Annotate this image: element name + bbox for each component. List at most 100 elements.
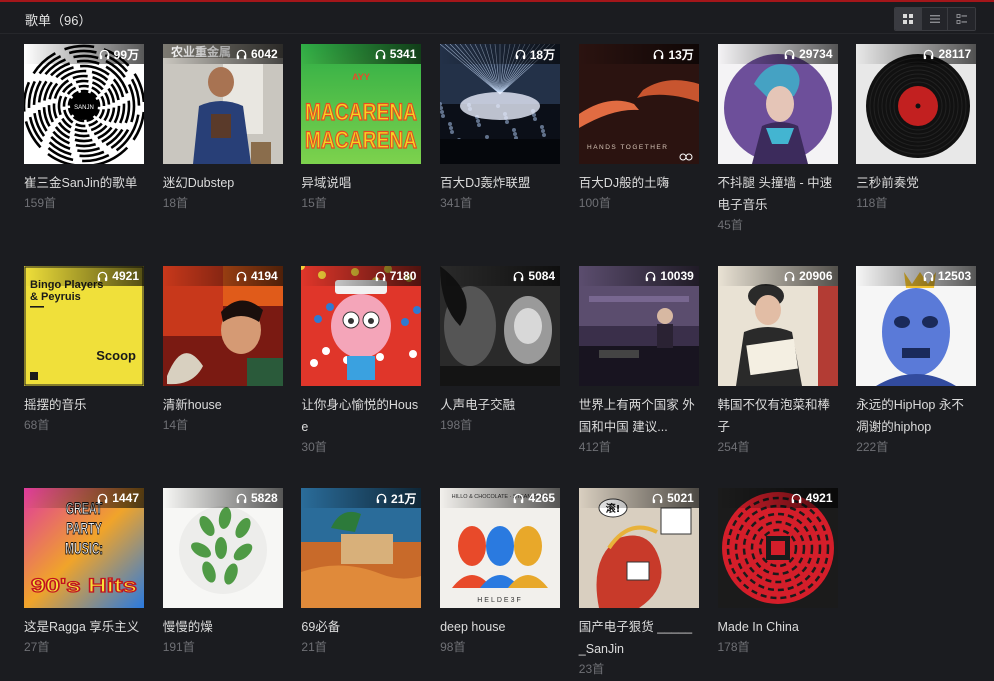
- track-count: 23首: [578, 662, 605, 676]
- play-count-overlay: 18万: [440, 44, 561, 64]
- headphones-icon: [652, 493, 663, 503]
- headphones-icon: [236, 49, 247, 59]
- playlist-cover[interactable]: 10039: [578, 266, 699, 386]
- track-count: 254首: [717, 440, 750, 454]
- list-view-icon: [929, 15, 940, 23]
- playlist-cover[interactable]: 28117: [856, 44, 977, 164]
- headphones-icon: [376, 493, 387, 503]
- playlist-name[interactable]: 69必备: [301, 616, 421, 638]
- playlist-cover[interactable]: 4921: [717, 488, 838, 608]
- playlist-card[interactable]: GREAT PARTY MUSIC: 90's Hits 1447 这是Ragga 享…: [24, 488, 144, 656]
- cover-subtext: Scoop: [96, 348, 136, 363]
- playlist-card[interactable]: 12503 永远的HipHop 永不凋谢的hiphop 222首: [856, 266, 977, 456]
- playlist-card[interactable]: 21万 69必备 21首: [301, 488, 422, 656]
- play-count-overlay: 4194: [162, 266, 283, 286]
- track-count: 159首: [24, 196, 57, 210]
- play-count: 13万: [668, 47, 694, 62]
- playlist-name[interactable]: 人声电子交融: [440, 394, 560, 416]
- playlist-name[interactable]: 韩国不仅有泡菜和棒子: [718, 394, 838, 438]
- play-count: 10039: [660, 269, 694, 283]
- playlist-cover[interactable]: Bingo Players& PeyruisScoop 4921: [24, 266, 144, 386]
- header-bar: 歌单（96）: [0, 2, 994, 34]
- playlist-card[interactable]: 滚! 5021 国产电子狠货 ______SanJin 23首: [578, 488, 699, 678]
- playlist-card[interactable]: HANDS TOGETHER 13万 百大DJ般的土嗨 100首: [578, 44, 699, 212]
- playlist-cover[interactable]: HANDS TOGETHER 13万: [578, 44, 699, 164]
- play-count-overlay: 6042: [162, 44, 283, 64]
- playlist-cover[interactable]: 29734: [717, 44, 838, 164]
- playlist-cover[interactable]: AYY MACARENA MACARENA 5341: [301, 44, 422, 164]
- playlist-card[interactable]: 20906 韩国不仅有泡菜和棒子 254首: [717, 266, 838, 456]
- playlist-cover[interactable]: 18万: [440, 44, 561, 164]
- playlist-card[interactable]: 29734 不抖腿 头撞墙 - 中速电子音乐 45首: [717, 44, 838, 234]
- playlist-name[interactable]: 清新house: [163, 394, 283, 416]
- grid-view-icon: [902, 14, 913, 24]
- playlist-name[interactable]: 不抖腿 头撞墙 - 中速电子音乐: [718, 172, 838, 216]
- playlist-name[interactable]: 慢慢的燥: [163, 616, 283, 638]
- play-count-overlay: 20906: [717, 266, 838, 286]
- playlist-name[interactable]: 异域说唱: [301, 172, 421, 194]
- playlist-name[interactable]: deep house: [440, 616, 560, 638]
- playlist-name[interactable]: 百大DJ般的土嗨: [579, 172, 699, 194]
- track-count: 21首: [301, 640, 327, 654]
- playlist-name[interactable]: 永远的HipHop 永不凋谢的hiphop: [856, 394, 976, 438]
- playlist-cover[interactable]: 21万: [301, 488, 422, 608]
- play-count-overlay: 4921: [717, 488, 838, 508]
- play-count: 99万: [113, 47, 139, 62]
- playlist-cover[interactable]: 20906: [717, 266, 838, 386]
- cover-subtext: AYY: [353, 72, 371, 82]
- playlist-cover[interactable]: HILLO & CHOCOLATE · STEAM TRUEHELDE3F 42…: [440, 488, 561, 608]
- track-count: 18首: [162, 196, 189, 210]
- playlist-name[interactable]: 百大DJ轰炸联盟: [440, 172, 560, 194]
- playlist-name[interactable]: 摇摆的音乐: [24, 394, 144, 416]
- playlist-name[interactable]: 国产电子狠货 ______SanJin: [579, 616, 699, 660]
- playlist-card[interactable]: 18万 百大DJ轰炸联盟 341首: [440, 44, 561, 212]
- track-count: 412首: [578, 440, 611, 454]
- playlist-cover[interactable]: 5084: [440, 266, 561, 386]
- playlist-card[interactable]: Bingo Players& PeyruisScoop 4921 摇摆的音乐 6…: [24, 266, 144, 434]
- track-count: 68首: [24, 418, 50, 432]
- playlist-name[interactable]: Made In China: [718, 616, 838, 638]
- playlist-card[interactable]: HILLO & CHOCOLATE · STEAM TRUEHELDE3F 42…: [440, 488, 561, 656]
- track-count: 222首: [856, 440, 889, 454]
- playlist-name[interactable]: 世界上有两个国家 外国和中国 建议...: [579, 394, 699, 438]
- play-count-overlay: 7180: [301, 266, 422, 286]
- page-title: 歌单（96）: [25, 13, 92, 28]
- grid-view-button[interactable]: [895, 8, 922, 30]
- playlist-name[interactable]: 这是Ragga 享乐主义: [24, 616, 144, 638]
- detail-view-button[interactable]: [948, 8, 975, 30]
- play-count-overlay: 10039: [578, 266, 699, 286]
- playlist-card[interactable]: 5828 慢慢的燥 191首: [162, 488, 283, 656]
- playlist-cover[interactable]: GREAT PARTY MUSIC: 90's Hits 1447: [24, 488, 144, 608]
- track-count: 27首: [24, 640, 50, 654]
- playlist-card[interactable]: 4921 Made In China 178首: [717, 488, 838, 656]
- playlist-card[interactable]: AYY MACARENA MACARENA 5341 异域说唱 15首: [301, 44, 422, 212]
- playlist-cover[interactable]: 5828: [162, 488, 283, 608]
- playlist-card[interactable]: 7180 让你身心愉悦的House 30首: [301, 266, 422, 456]
- playlist-name[interactable]: 让你身心愉悦的House: [301, 394, 421, 438]
- headphones-icon: [791, 493, 802, 503]
- playlist-card[interactable]: SANJN 99万 崔三金SanJin的歌单 159首: [24, 44, 144, 212]
- playlist-name[interactable]: 崔三金SanJin的歌单: [24, 172, 144, 194]
- cover-text: SANJN: [74, 105, 94, 111]
- playlist-card[interactable]: 28117 三秒前奏党 118首: [856, 44, 977, 212]
- headphones-icon: [236, 493, 247, 503]
- playlist-card[interactable]: 10039 世界上有两个国家 外国和中国 建议... 412首: [578, 266, 699, 456]
- playlist-cover[interactable]: 7180: [301, 266, 422, 386]
- play-count-overlay: 5021: [578, 488, 699, 508]
- view-switcher: [894, 7, 976, 31]
- play-count: 1447: [112, 491, 139, 505]
- playlist-card[interactable]: 农业重金属 6042 迷幻Dubstep 18首: [162, 44, 283, 212]
- playlist-cover[interactable]: 12503: [856, 266, 977, 386]
- playlist-cover[interactable]: 农业重金属 6042: [162, 44, 283, 164]
- playlist-cover[interactable]: 滚! 5021: [578, 488, 699, 608]
- svg-text:MACARENA: MACARENA: [305, 127, 417, 154]
- playlist-cover[interactable]: 4194: [162, 266, 283, 386]
- list-view-button[interactable]: [921, 8, 949, 30]
- playlist-name[interactable]: 三秒前奏党: [856, 172, 976, 194]
- playlist-name[interactable]: 迷幻Dubstep: [163, 172, 283, 194]
- playlist-card[interactable]: 4194 清新house 14首: [162, 266, 283, 434]
- playlist-cover[interactable]: SANJN 99万: [24, 44, 144, 164]
- playlist-card[interactable]: 5084 人声电子交融 198首: [440, 266, 561, 434]
- track-count: 98首: [440, 640, 466, 654]
- cover-text: HELDE3F: [477, 597, 523, 604]
